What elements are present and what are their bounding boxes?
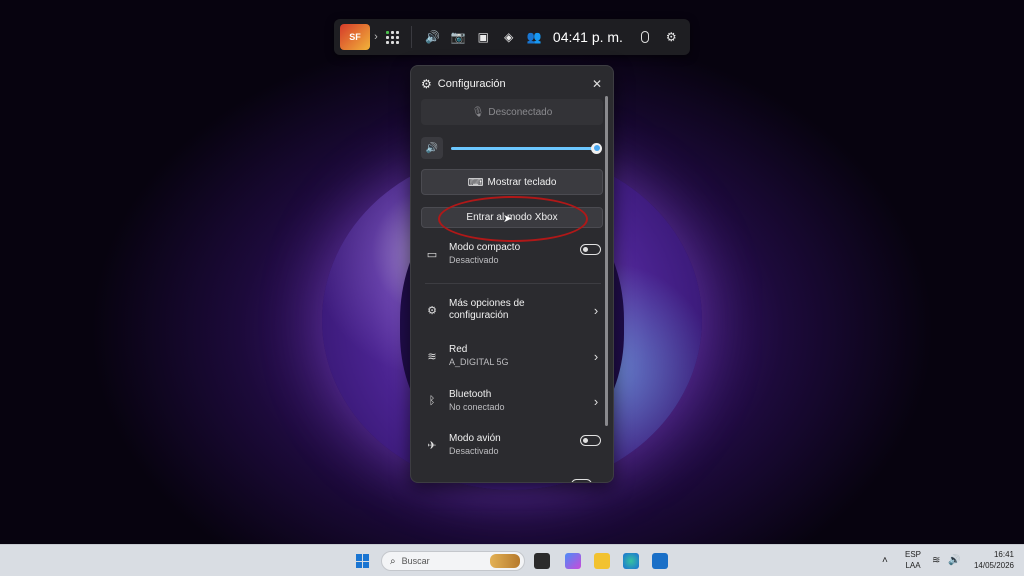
copilot-icon[interactable] (565, 553, 581, 569)
microphone-button-label: Desconectado (488, 106, 553, 118)
chevron-right-icon: › (593, 393, 599, 409)
clock-date: 14/05/2026 (973, 561, 1014, 570)
windows-start-icon[interactable] (356, 554, 370, 568)
next-toggle-partial[interactable] (571, 479, 592, 482)
bluetooth-row[interactable]: ᛒ Bluetooth No conectado › (421, 389, 603, 413)
show-keyboard-button[interactable]: ⌨ Mostrar teclado (421, 169, 603, 195)
compact-mode-icon: ▭ (426, 248, 438, 261)
chevron-up-icon[interactable]: ˄ (882, 555, 888, 566)
taskbar-clock[interactable]: 16:41 14/05/2026 (964, 549, 1014, 571)
more-settings-label-line2: configuración (449, 310, 509, 321)
mouse-icon[interactable] (640, 31, 649, 43)
more-settings-label-line1: Más opciones de (449, 298, 525, 309)
task-view-icon[interactable] (534, 553, 550, 569)
file-explorer-icon[interactable] (594, 553, 610, 569)
airplane-mode-toggle[interactable] (580, 435, 601, 446)
settings-panel: ⚙ Configuración ✕ 🎙 Desconectado 🔊 ⌨ Mos… (410, 65, 614, 483)
taskbar-search-box[interactable]: ⌕ Buscar (381, 551, 525, 571)
keyboard-icon: ⌨ (467, 176, 484, 189)
gear-icon: ⚙ (421, 77, 432, 91)
compact-mode-label: Modo compacto (449, 242, 521, 253)
volume-slider-fill (451, 146, 597, 150)
compact-mode-status: Desactivado (449, 255, 499, 265)
airplane-mode-row[interactable]: ✈ Modo avión Desactivado (421, 433, 603, 457)
more-settings-row[interactable]: ⚙ Más opciones de configuración › (421, 298, 603, 322)
chevron-right-icon: › (593, 302, 599, 318)
settings-header: ⚙ Configuración ✕ (421, 74, 605, 94)
taskbar: ⌕ Buscar ˄ ESP LAA ≋ 🔊 16:41 14/05/2026 (0, 544, 1024, 576)
xbox-icon[interactable]: ◈ (496, 24, 521, 50)
airplane-mode-status: Desactivado (449, 446, 499, 456)
chevron-right-icon: › (593, 348, 599, 364)
wifi-icon: ≋ (427, 350, 437, 363)
airplane-icon: ✈ (427, 439, 437, 452)
performance-icon[interactable]: ▣ (471, 24, 496, 50)
settings-cog-icon: ⚙ (427, 304, 437, 317)
settings-title: Configuración (437, 78, 506, 90)
game-bar-divider (410, 26, 412, 48)
compact-mode-row[interactable]: ▭ Modo compacto Desactivado (421, 242, 603, 266)
compact-mode-toggle[interactable] (580, 244, 601, 255)
bluetooth-icon: ᛒ (428, 395, 436, 407)
mouse-cursor-icon: ➤ (503, 213, 513, 225)
microphone-button[interactable]: 🎙 Desconectado (421, 99, 603, 125)
network-label: Red (449, 344, 468, 355)
highlight-annotation-circle (438, 196, 588, 242)
mic-off-icon: 🎙 (471, 106, 485, 118)
settings-divider (425, 283, 601, 284)
search-icon: ⌕ (390, 555, 396, 567)
bluetooth-status: No conectado (449, 402, 505, 412)
search-highlight-badge (490, 554, 520, 568)
close-icon[interactable]: ✕ (589, 77, 605, 91)
game-thumbnail-label: SF (349, 32, 361, 42)
language-line2: LAA (905, 561, 921, 570)
language-line1: ESP (904, 550, 921, 559)
wifi-icon[interactable]: ≋ (932, 555, 940, 566)
audio-icon[interactable]: 🔊 (420, 24, 445, 50)
capture-camera-icon[interactable]: 📷 (445, 24, 470, 50)
edge-browser-icon[interactable] (623, 553, 639, 569)
language-indicator[interactable]: ESP LAA (902, 549, 924, 571)
bluetooth-label: Bluetooth (449, 389, 492, 400)
social-icon[interactable]: 👥 (521, 24, 546, 50)
speaker-icon[interactable]: 🔊 (421, 137, 443, 159)
volume-slider-thumb[interactable] (591, 142, 602, 154)
clock-time: 16:41 (993, 550, 1014, 559)
speaker-icon[interactable]: 🔊 (948, 555, 960, 566)
game-thumbnail[interactable]: SF (340, 24, 371, 50)
gear-icon[interactable]: ⚙ (659, 24, 684, 50)
network-row[interactable]: ≋ Red A_DIGITAL 5G › (421, 344, 603, 368)
settings-scrollbar[interactable] (605, 96, 608, 426)
search-placeholder: Buscar (401, 556, 430, 566)
airplane-mode-label: Modo avión (449, 433, 501, 444)
chevron-right-icon[interactable]: › (374, 31, 378, 43)
show-keyboard-label: Mostrar teclado (487, 176, 557, 188)
microsoft-store-icon[interactable] (652, 553, 668, 569)
game-bar: SF › 🔊 📷 ▣ ◈ 👥 04:41 p. m. ⚙ (334, 19, 690, 55)
widgets-menu-icon[interactable] (385, 29, 401, 45)
volume-slider[interactable] (451, 142, 602, 154)
network-status: A_DIGITAL 5G (449, 357, 509, 367)
volume-row: 🔊 (421, 137, 603, 159)
game-bar-clock: 04:41 p. m. (552, 29, 623, 45)
